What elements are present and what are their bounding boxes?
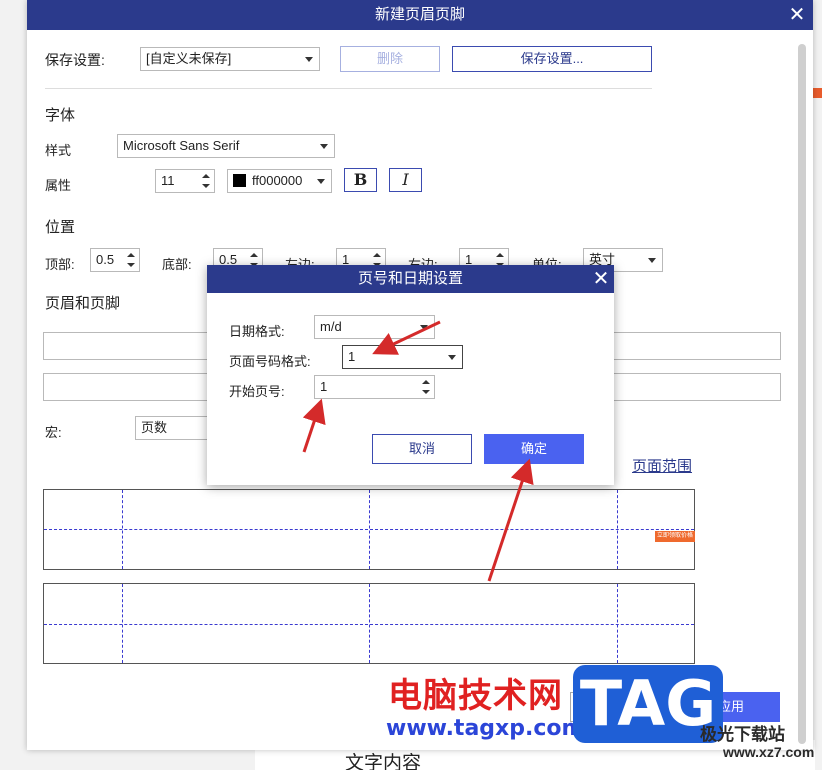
font-size-value: 11: [161, 173, 175, 188]
header-preview: [43, 489, 695, 570]
spinner-icon[interactable]: [421, 377, 431, 397]
start-page-value: 1: [320, 379, 328, 394]
page-number-format-label: 页面号码格式:: [229, 354, 311, 369]
save-settings-label: 保存设置:: [45, 52, 105, 68]
font-family-select[interactable]: Microsoft Sans Serif: [117, 134, 335, 158]
dialog-title: 新建页眉页脚: [27, 0, 813, 30]
top-margin-stepper[interactable]: 0.5: [90, 248, 140, 272]
background-ad-badge: 立即领取价格: [655, 531, 695, 542]
save-settings-button[interactable]: 保存设置...: [452, 46, 652, 72]
start-page-label: 开始页号:: [229, 384, 285, 399]
chevron-down-icon: [320, 144, 328, 149]
spinner-icon[interactable]: [201, 171, 211, 191]
guide-line: [44, 529, 694, 530]
page-range-link[interactable]: 页面范围: [632, 455, 692, 476]
chevron-down-icon: [448, 355, 456, 360]
date-format-label: 日期格式:: [229, 324, 285, 339]
bold-button[interactable]: B: [344, 168, 377, 192]
macro-value: 页数: [141, 420, 168, 435]
delete-button[interactable]: 删除: [340, 46, 440, 72]
divider: [45, 88, 652, 89]
chevron-down-icon: [305, 57, 313, 62]
color-value: ff000000: [252, 173, 303, 188]
ok-button[interactable]: 确定: [484, 434, 584, 464]
start-page-stepper[interactable]: 1: [314, 375, 435, 399]
page-number-format-value: 1: [348, 349, 356, 364]
chevron-down-icon: [317, 179, 325, 184]
font-size-stepper[interactable]: 11: [155, 169, 215, 193]
watermark-title: 电脑技术网: [388, 676, 563, 716]
preset-value: [自定义未保存]: [146, 51, 232, 66]
sub-dialog-title: 页号和日期设置: [207, 265, 614, 293]
date-format-select[interactable]: m/d: [314, 315, 435, 339]
top-margin-value: 0.5: [96, 252, 115, 267]
watermark-site-name: 极光下载站: [700, 725, 785, 745]
bottom-label: 底部:: [162, 257, 192, 272]
header-footer-section-title: 页眉和页脚: [45, 295, 121, 312]
top-label: 顶部:: [45, 257, 75, 272]
watermark-url: www.tagxp.com: [386, 716, 585, 741]
color-swatch: [233, 174, 246, 187]
position-section-title: 位置: [45, 219, 76, 236]
spinner-icon[interactable]: [126, 250, 136, 270]
page-number-format-select[interactable]: 1: [342, 345, 463, 369]
chevron-down-icon: [420, 325, 428, 330]
date-format-value: m/d: [320, 319, 342, 334]
color-select[interactable]: ff000000: [227, 169, 332, 193]
italic-button[interactable]: I: [389, 168, 422, 192]
watermark-site-url: www.xz7.com: [723, 744, 815, 760]
close-icon[interactable]: ✕: [786, 3, 808, 27]
sub-cancel-button[interactable]: 取消: [372, 434, 472, 464]
background-document-text: 文字内容: [345, 752, 422, 770]
macro-label: 宏:: [45, 425, 62, 440]
background-badge: [813, 88, 822, 98]
footer-preview: [43, 583, 695, 664]
style-label: 样式: [45, 143, 72, 158]
font-section-title: 字体: [45, 107, 76, 124]
guide-line: [44, 624, 694, 625]
attribute-label: 属性: [45, 178, 72, 193]
close-icon[interactable]: ✕: [590, 267, 612, 291]
preset-select[interactable]: [自定义未保存]: [140, 47, 320, 71]
scrollbar[interactable]: [798, 44, 806, 744]
chevron-down-icon: [648, 258, 656, 263]
font-family-value: Microsoft Sans Serif: [123, 138, 240, 153]
